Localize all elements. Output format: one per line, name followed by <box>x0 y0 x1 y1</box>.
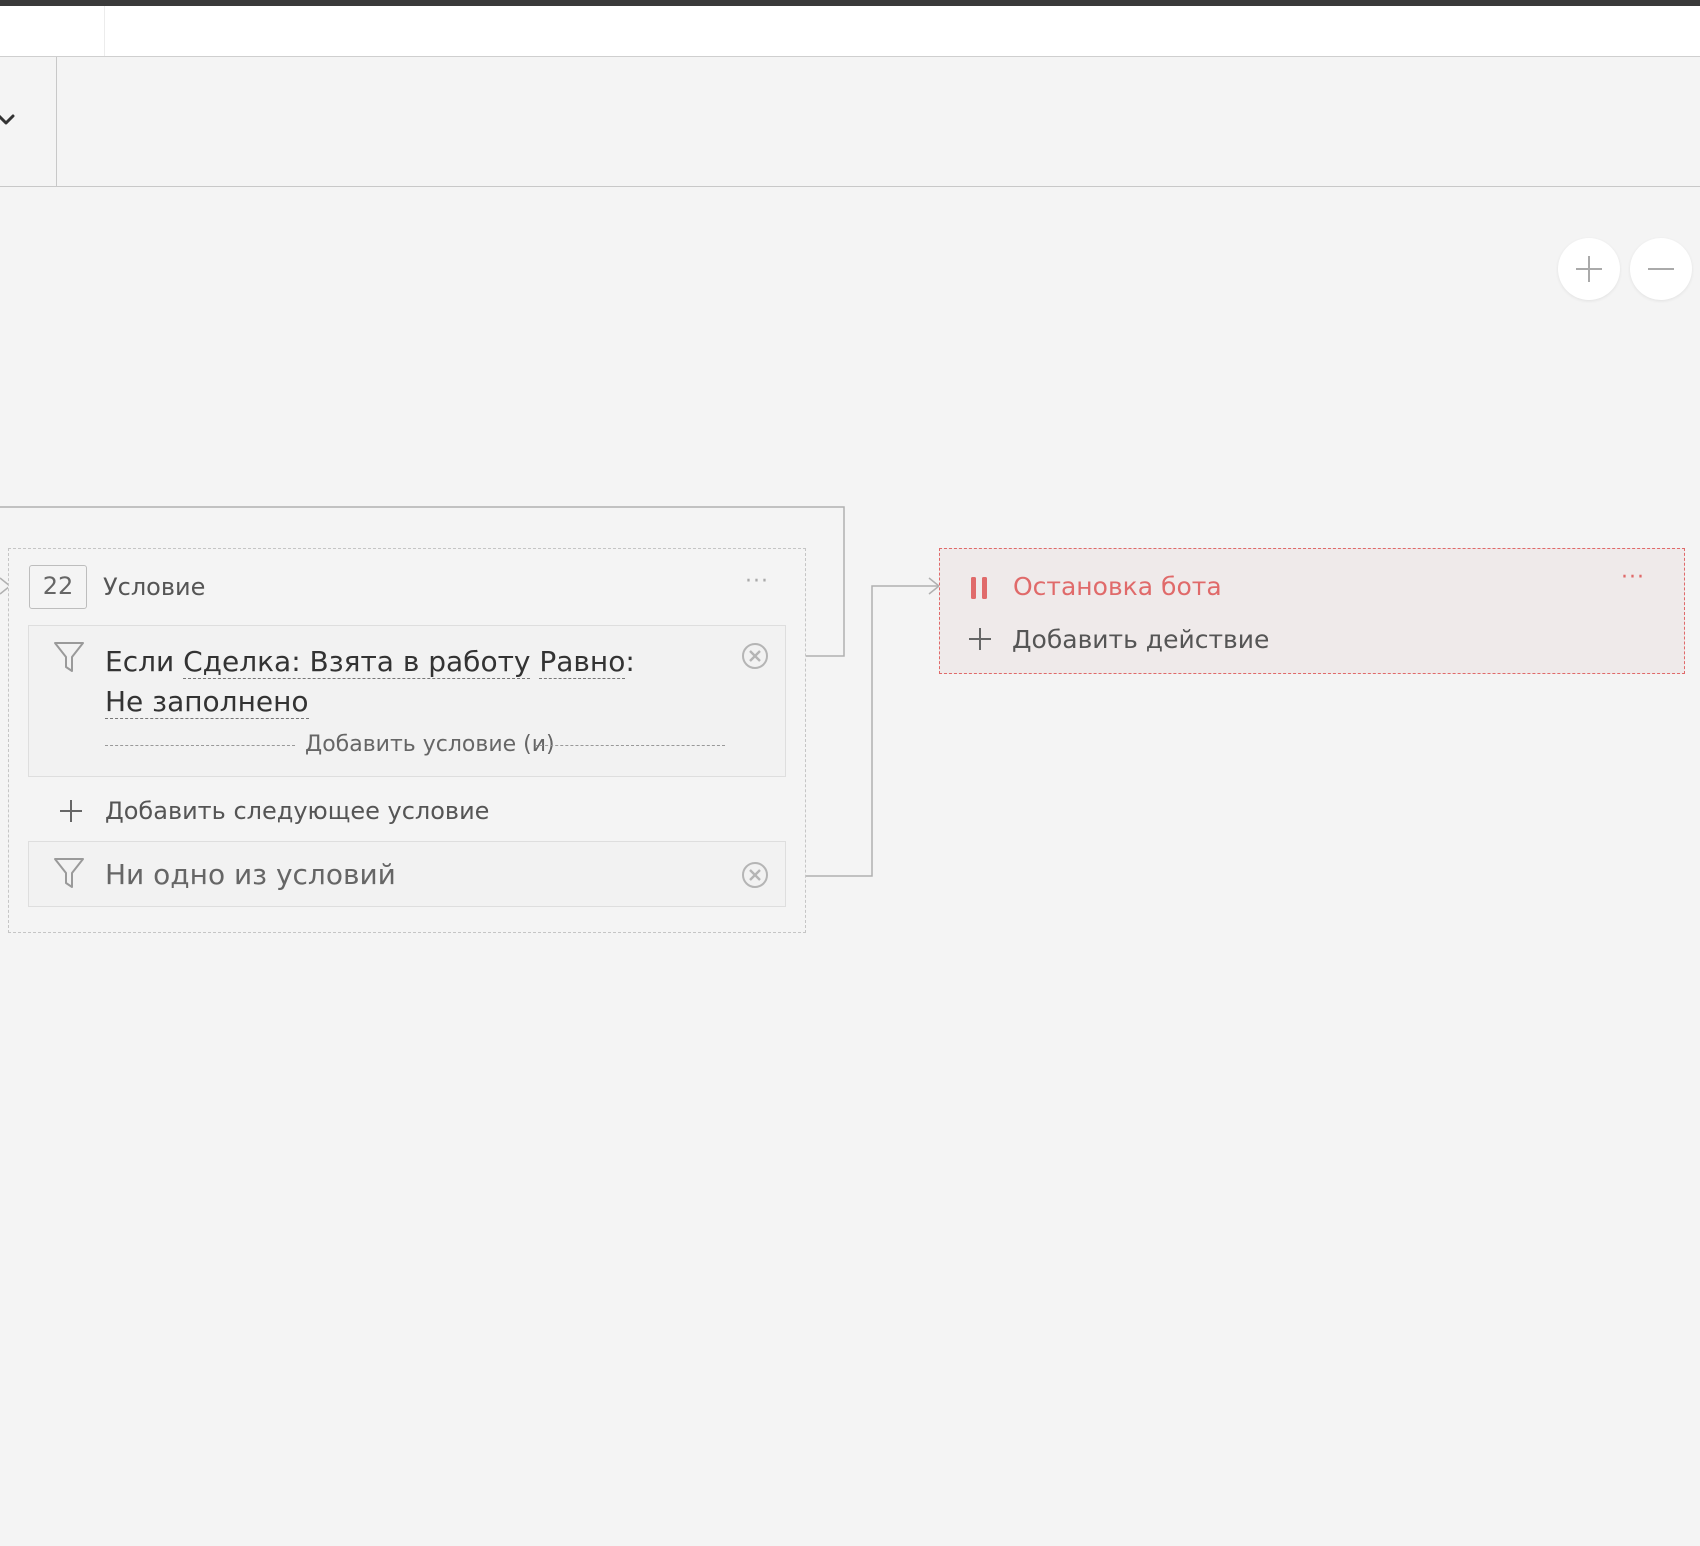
else-condition-text: Ни одно из условий <box>105 858 396 891</box>
condition-value-link[interactable]: Не заполнено <box>105 685 309 719</box>
ellipsis-icon[interactable]: ··· <box>745 569 769 594</box>
remove-circle-x-icon[interactable] <box>741 642 769 674</box>
arrowhead-icon <box>928 577 941 595</box>
stop-bot-block[interactable]: Остановка бота ··· Добавить действие <box>939 548 1685 674</box>
toolbar-divider <box>56 57 57 186</box>
chevron-down-icon[interactable] <box>0 109 16 129</box>
zoom-out-button[interactable] <box>1630 238 1692 300</box>
condition-field-link[interactable]: Сделка: Взята в работу <box>183 645 531 679</box>
minus-icon <box>1648 268 1674 270</box>
add-and-condition-label[interactable]: Добавить условие (и) <box>305 732 555 757</box>
remove-circle-x-icon[interactable] <box>741 861 769 893</box>
block-title: Условие <box>103 573 206 601</box>
add-next-condition-label: Добавить следующее условие <box>105 797 490 825</box>
funnel-icon <box>53 640 85 678</box>
else-condition-card: Ни одно из условий <box>28 841 786 907</box>
condition-prefix: Если <box>105 645 184 678</box>
condition-text: Если Сделка: Взята в работу Равно: Не за… <box>105 642 635 722</box>
plus-icon <box>1576 256 1602 282</box>
condition-card: Если Сделка: Взята в работу Равно: Не за… <box>28 625 786 777</box>
plus-icon <box>968 627 992 657</box>
condition-block[interactable]: 22 Условие ··· Если Сделка: Взята в рабо… <box>8 548 806 933</box>
zoom-in-button[interactable] <box>1558 238 1620 300</box>
add-action-label: Добавить действие <box>1012 625 1270 654</box>
add-and-condition[interactable]: Добавить условие (и) <box>105 732 725 758</box>
stop-bot-title: Остановка бота <box>1013 572 1222 601</box>
funnel-icon <box>53 856 85 894</box>
toolbar <box>0 57 1700 187</box>
plus-icon <box>59 799 83 829</box>
pause-icon <box>969 575 989 605</box>
condition-operator-link[interactable]: Равно <box>539 645 626 679</box>
ellipsis-icon[interactable]: ··· <box>1621 565 1645 590</box>
block-number-badge: 22 <box>29 565 87 609</box>
tab-separator <box>104 6 105 56</box>
tab-strip <box>0 6 1700 57</box>
condition-colon: : <box>625 645 635 678</box>
